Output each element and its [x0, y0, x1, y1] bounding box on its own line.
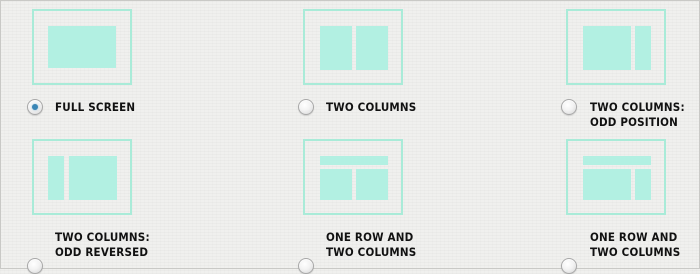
full-screen-radio[interactable]	[27, 99, 43, 115]
one-row-two-columns-odd-radio[interactable]	[561, 258, 577, 274]
odd-reversed-label[interactable]: TWO COLUMNS: ODD REVERSED	[55, 230, 150, 260]
wide-column-block	[583, 26, 631, 70]
right-column-block	[356, 169, 388, 200]
top-row-block	[320, 156, 388, 165]
two-columns-radio[interactable]	[298, 99, 314, 115]
odd-position-thumbnail[interactable]	[566, 9, 666, 85]
one-row-two-columns-odd-thumbnail[interactable]	[566, 139, 666, 215]
left-column-block	[320, 169, 352, 200]
two-columns-label[interactable]: TWO COLUMNS	[326, 100, 416, 115]
left-column-block	[320, 26, 352, 70]
right-column-block	[356, 26, 388, 70]
one-row-two-columns-radio[interactable]	[298, 258, 314, 274]
top-row-block	[583, 156, 651, 165]
odd-reversed-thumbnail[interactable]	[32, 139, 132, 215]
one-row-two-columns-label[interactable]: ONE ROW AND TWO COLUMNS	[326, 230, 416, 260]
one-row-two-columns-thumbnail[interactable]	[303, 139, 403, 215]
odd-position-label[interactable]: TWO COLUMNS: ODD POSITION	[590, 100, 685, 130]
one-row-two-columns-odd-label[interactable]: ONE ROW AND TWO COLUMNS	[590, 230, 680, 260]
odd-position-radio[interactable]	[561, 99, 577, 115]
narrow-column-block	[635, 26, 651, 70]
full-screen-thumbnail[interactable]	[32, 9, 132, 85]
full-block	[48, 26, 116, 68]
wide-column-block	[69, 156, 117, 200]
odd-reversed-radio[interactable]	[27, 258, 43, 274]
wide-column-block	[583, 169, 631, 200]
narrow-column-block	[635, 169, 651, 200]
full-screen-label[interactable]: FULL SCREEN	[55, 100, 135, 115]
two-columns-thumbnail[interactable]	[303, 9, 403, 85]
narrow-column-block	[48, 156, 64, 200]
